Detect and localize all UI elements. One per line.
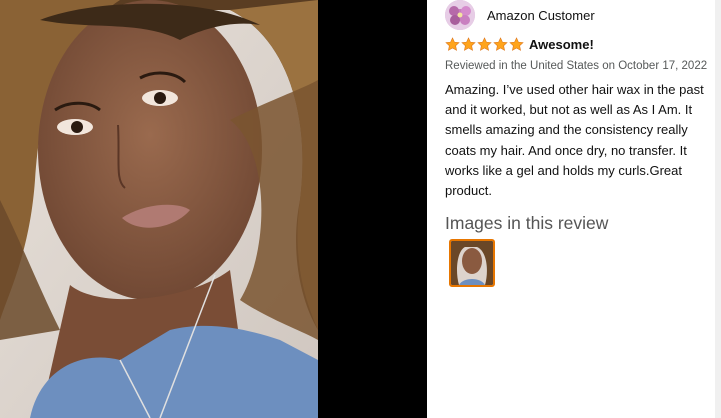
review-title[interactable]: Awesome!	[529, 37, 594, 52]
star-rating[interactable]	[445, 37, 524, 52]
star-icon	[493, 37, 508, 51]
star-icon	[445, 37, 460, 51]
reviewer-name[interactable]: Amazon Customer	[487, 8, 595, 23]
thumbnail-image	[451, 241, 493, 285]
images-heading: Images in this review	[445, 213, 609, 233]
review-text: Amazing. I’ve used other hair wax in the…	[445, 82, 704, 199]
review-panel: Amazon Customer Awesome! Reviewed in the…	[427, 0, 721, 418]
flower-avatar-icon	[445, 0, 475, 30]
reviewer-profile[interactable]: Amazon Customer	[445, 0, 595, 30]
review-photo-large	[0, 0, 318, 418]
viewer-background	[318, 0, 427, 418]
star-icon	[509, 37, 524, 51]
review-image-thumbnail[interactable]	[449, 239, 495, 287]
review-date: Reviewed in the United States on October…	[445, 60, 708, 72]
star-icon	[461, 37, 476, 51]
portrait-image	[0, 0, 318, 418]
star-icon	[477, 37, 492, 51]
avatar	[445, 0, 475, 30]
rating-row: Awesome!	[445, 37, 594, 52]
scrollbar[interactable]	[715, 0, 721, 418]
